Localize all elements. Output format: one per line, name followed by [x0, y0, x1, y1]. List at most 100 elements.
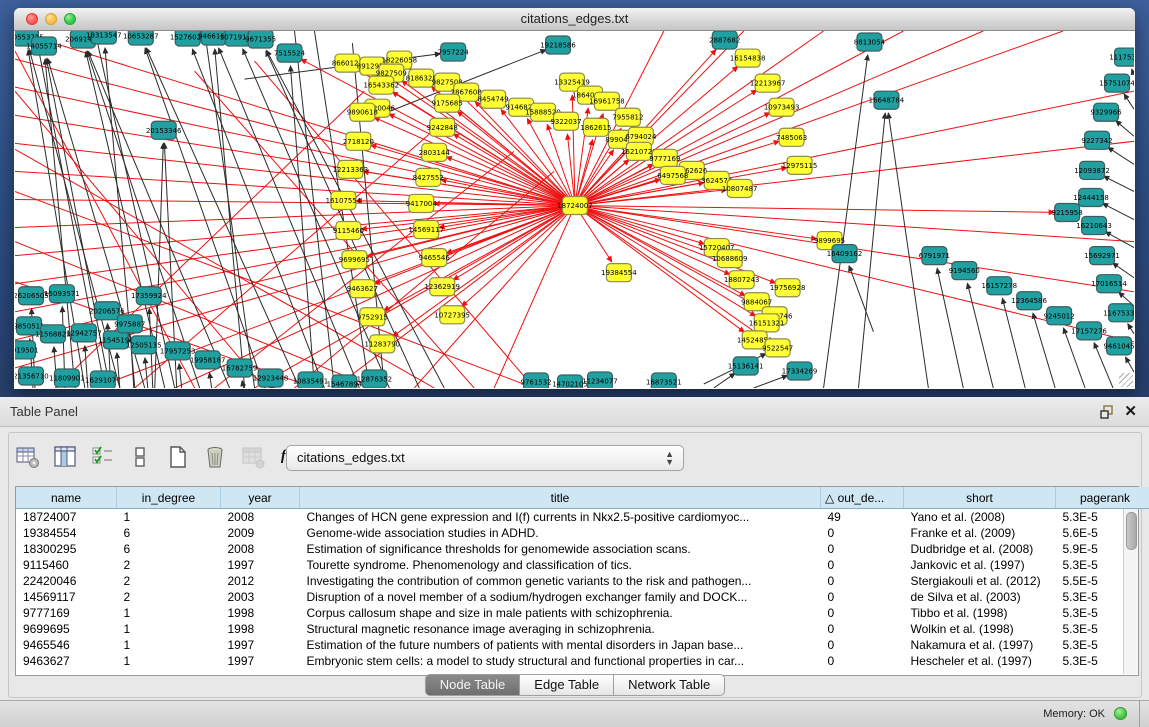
table-cell[interactable]: 2003: [221, 589, 300, 605]
graph-node[interactable]: 12213363: [333, 160, 369, 178]
table-row[interactable]: 1456911722003Disruption of a novel membe…: [16, 589, 1149, 605]
tab-network-table[interactable]: Network Table: [614, 674, 725, 696]
graph-node[interactable]: 9242848: [427, 118, 458, 136]
graph-node[interactable]: 15136141: [728, 357, 764, 375]
table-row[interactable]: 2242004622012Investigating the contribut…: [16, 573, 1149, 589]
graph-node[interactable]: 9777169: [649, 149, 680, 167]
delete-table-icon[interactable]: [202, 443, 228, 469]
graph-node[interactable]: 9890618: [347, 103, 378, 121]
graph-node[interactable]: 3919501: [15, 341, 39, 359]
table-cell[interactable]: 9465546: [16, 637, 117, 653]
table-cell[interactable]: 9463627: [16, 653, 117, 669]
graph-node[interactable]: 11234077: [582, 372, 618, 388]
graph-node[interactable]: 10835491: [293, 372, 329, 388]
window-titlebar[interactable]: citations_edges.txt: [14, 8, 1135, 31]
table-cell[interactable]: 9777169: [16, 605, 117, 621]
graph-node[interactable]: 9699695: [339, 251, 370, 269]
table-cell[interactable]: 0: [821, 589, 904, 605]
graph-node[interactable]: 10653287: [123, 31, 159, 45]
table-cell[interactable]: 0: [821, 525, 904, 541]
graph-node[interactable]: 12942757: [66, 324, 102, 342]
table-cell[interactable]: Disruption of a novel member of a sodium…: [300, 589, 821, 605]
table-cell[interactable]: 49: [821, 509, 904, 526]
graph-node[interactable]: 16873521: [646, 373, 682, 388]
table-cell[interactable]: 0: [821, 541, 904, 557]
graph-node[interactable]: 16291077: [85, 371, 121, 388]
graph-node[interactable]: 1862615: [580, 118, 611, 136]
table-cell[interactable]: Dudbridge et al. (2008): [904, 541, 1056, 557]
table-cell[interactable]: Jankovic et al. (1997): [904, 557, 1056, 573]
graph-node[interactable]: 16961758: [589, 92, 625, 110]
table-cell[interactable]: 2: [117, 573, 221, 589]
column-header-year[interactable]: year: [221, 487, 300, 509]
table-cell[interactable]: 9115460: [16, 557, 117, 573]
graph-node[interactable]: 11175342: [1109, 48, 1134, 66]
table-cell[interactable]: Stergiakouli et al. (2012): [904, 573, 1056, 589]
graph-node[interactable]: 16157278: [981, 277, 1017, 295]
graph-node[interactable]: 16151321: [749, 314, 785, 332]
graph-node[interactable]: 12975115: [782, 156, 818, 174]
table-cell[interactable]: 6: [117, 541, 221, 557]
graph-node[interactable]: 7515524: [274, 44, 306, 62]
graph-node[interactable]: 12876352: [357, 370, 393, 388]
table-cell[interactable]: Yano et al. (2008): [904, 509, 1056, 526]
table-cell[interactable]: 1997: [221, 557, 300, 573]
table-cell[interactable]: Estimation of significance thresholds fo…: [300, 541, 821, 557]
column-header-name[interactable]: name: [16, 487, 117, 509]
graph-node[interactable]: 9227342: [1082, 131, 1113, 149]
table-cell[interactable]: Structural magnetic resonance image aver…: [300, 621, 821, 637]
graph-node[interactable]: 9245012: [1044, 307, 1075, 325]
select-all-icon[interactable]: [90, 443, 116, 469]
table-cell[interactable]: 1: [117, 653, 221, 669]
close-panel-icon[interactable]: ✕: [1124, 402, 1137, 420]
table-cell[interactable]: 0: [821, 573, 904, 589]
table-cell[interactable]: 0: [821, 637, 904, 653]
table-cell[interactable]: Hescheler et al. (1997): [904, 653, 1056, 669]
table-cell[interactable]: Estimation of the future numbers of pati…: [300, 637, 821, 653]
column-visibility-icon[interactable]: [52, 443, 78, 469]
graph-node[interactable]: 14569117: [408, 221, 444, 239]
table-row[interactable]: 946362711997Embryonic stem cells: a mode…: [16, 653, 1149, 669]
graph-node[interactable]: 9522547: [762, 339, 793, 357]
graph-node[interactable]: 16210643: [1076, 217, 1112, 235]
table-cell[interactable]: 0: [821, 605, 904, 621]
graph-node[interactable]: 9975887: [114, 315, 145, 333]
table-row[interactable]: 946554611997Estimation of the future num…: [16, 637, 1149, 653]
graph-node[interactable]: 15093571: [44, 285, 80, 303]
table-cell[interactable]: Corpus callosum shape and size in male p…: [300, 605, 821, 621]
table-cell[interactable]: 0: [821, 621, 904, 637]
graph-node[interactable]: 19384554: [601, 264, 637, 282]
table-cell[interactable]: Tibbo et al. (1998): [904, 605, 1056, 621]
graph-node[interactable]: 14055714: [26, 37, 62, 55]
graph-node[interactable]: 9761532: [521, 373, 552, 388]
graph-node[interactable]: 20153346: [146, 121, 182, 139]
graph-node[interactable]: 12093872: [1074, 161, 1110, 179]
table-row[interactable]: 1872400712008Changes of HCN gene express…: [16, 509, 1149, 526]
scrollbar-thumb[interactable]: [1126, 512, 1137, 550]
graph-node[interactable]: 11809901: [49, 369, 85, 387]
graph-node[interactable]: 9194560: [949, 262, 980, 280]
table-cell[interactable]: 1: [117, 605, 221, 621]
graph-node[interactable]: 17359924: [131, 287, 167, 305]
graph-node[interactable]: 9461045: [1103, 337, 1134, 355]
graph-node[interactable]: 19958187: [190, 351, 226, 369]
table-cell[interactable]: 1997: [221, 653, 300, 669]
column-header-in_degree[interactable]: in_degree: [117, 487, 221, 509]
table-cell[interactable]: 1998: [221, 605, 300, 621]
graph-node[interactable]: 9752915: [357, 308, 388, 326]
table-cell[interactable]: 2008: [221, 509, 300, 526]
vertical-scrollbar[interactable]: [1123, 509, 1138, 674]
graph-node[interactable]: 9463627: [347, 280, 378, 298]
graph-node[interactable]: 8813054: [854, 33, 886, 51]
graph-node[interactable]: 16107554: [326, 191, 362, 209]
graph-node[interactable]: 9329966: [1090, 103, 1122, 121]
graph-node[interactable]: 11675334: [1103, 304, 1134, 322]
table-cell[interactable]: Franke et al. (2009): [904, 525, 1056, 541]
table-cell[interactable]: 0: [821, 557, 904, 573]
graph-node[interactable]: 15692971: [1084, 247, 1120, 265]
float-window-icon[interactable]: [1099, 404, 1115, 420]
graph-node[interactable]: 12923448: [253, 369, 289, 387]
graph-node[interactable]: 6497568: [657, 166, 688, 184]
table-cell[interactable]: 9699695: [16, 621, 117, 637]
graph-node[interactable]: 7485063: [776, 128, 807, 146]
